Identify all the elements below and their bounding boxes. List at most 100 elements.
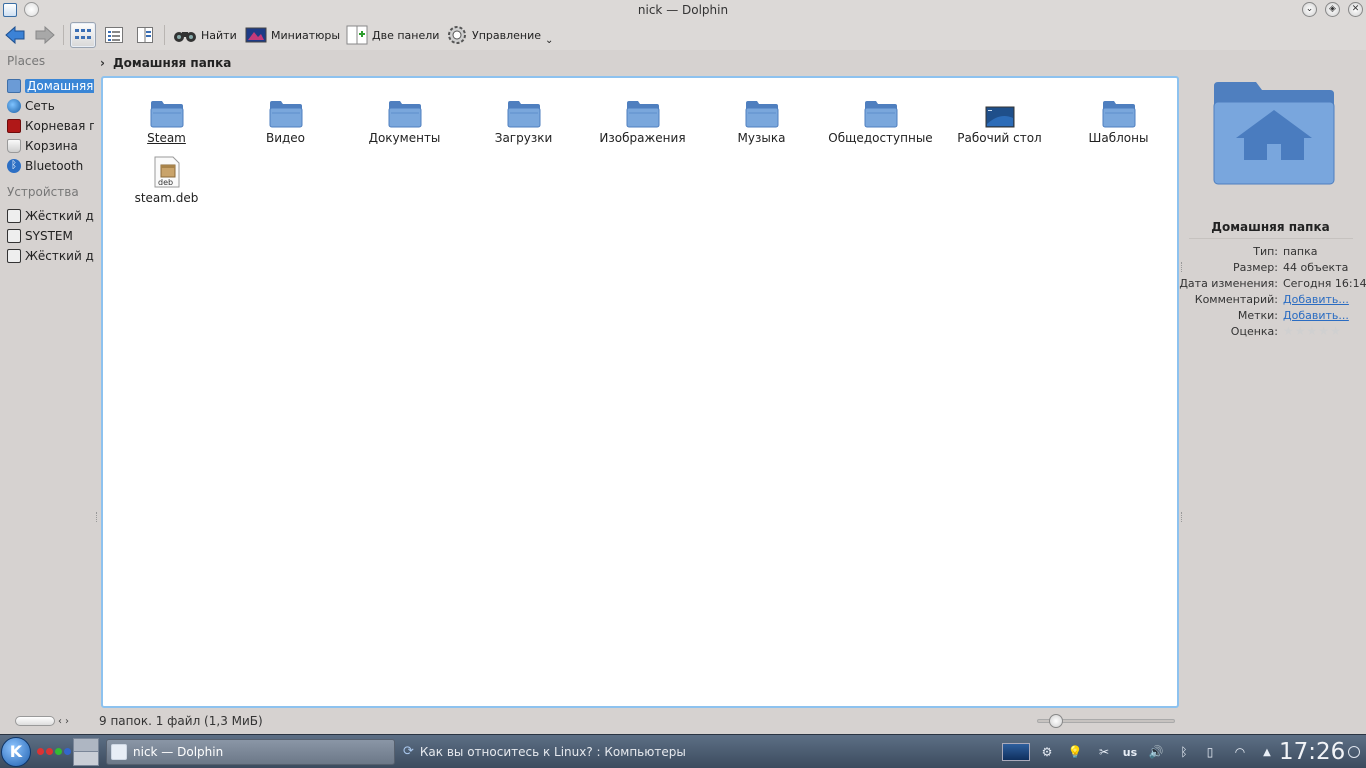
battery-icon[interactable]: ▯ [1200, 743, 1220, 761]
kde-menu-button[interactable]: K [1, 737, 31, 767]
info-row-size: Размер: 44 объекта [1185, 261, 1366, 277]
bluetooth-tray-icon[interactable]: ᛒ [1174, 743, 1194, 761]
place-item-network[interactable]: Сеть [7, 96, 94, 115]
rating-stars[interactable]: ★ ★ ★ ★ ★ [1283, 325, 1341, 337]
file-item-deb[interactable]: deb steam.deb [107, 150, 226, 205]
add-comment-link[interactable]: Добавить... [1283, 293, 1349, 306]
zoom-slider-handle[interactable] [1049, 714, 1063, 728]
folder-icon [150, 101, 183, 128]
places-horizontal-scrollbar[interactable]: ‹ › [7, 714, 91, 728]
folder-item[interactable]: Музыка [702, 90, 821, 145]
info-row-modified: Дата изменения: Сегодня 16:14 [1179, 277, 1366, 293]
title-bar: nick — Dolphin ⌄ ◈ ✕ [0, 0, 1366, 20]
info-value: Сегодня 16:14 [1283, 277, 1366, 290]
info-key: Тип: [1253, 245, 1278, 258]
tray-expand-arrow-icon[interactable]: ▲ [1257, 743, 1277, 761]
place-item-trash[interactable]: Корзина [7, 136, 94, 155]
place-item-home[interactable]: Домашняя папка [7, 76, 94, 95]
device-item-disk-1[interactable]: Жёсткий диск [7, 206, 94, 225]
icons-view-button[interactable] [70, 22, 96, 48]
red-dot-icon [37, 748, 44, 755]
add-tags-link[interactable]: Добавить... [1283, 309, 1349, 322]
maximize-button[interactable]: ◈ [1325, 2, 1340, 17]
info-row-tags: Метки: Добавить... [1185, 309, 1366, 325]
home-folder-preview-icon [1213, 82, 1335, 185]
minimize-button[interactable]: ⌄ [1302, 2, 1317, 17]
breadcrumb: › Домашняя папка [100, 54, 231, 72]
binoculars-icon [174, 32, 196, 42]
folder-icon [1102, 101, 1135, 128]
folder-item[interactable]: Шаблоны [1059, 90, 1178, 145]
hard-disk-icon [7, 248, 21, 263]
file-name-label: Рабочий стол [957, 131, 1042, 145]
details-view-button[interactable] [101, 22, 127, 48]
info-value: папка [1283, 245, 1318, 258]
previews-button[interactable]: Миниатюры [242, 22, 343, 48]
left-splitter-handle[interactable] [96, 512, 99, 522]
scrollbar-thumb[interactable] [15, 716, 55, 726]
places-section-title: Places [7, 54, 46, 68]
columns-view-button[interactable] [132, 22, 158, 48]
find-button[interactable]: Найти [170, 22, 240, 48]
desktop-icon [985, 106, 1014, 128]
file-view[interactable]: Steam Видео Документы Загрузки Изображения Му… [101, 76, 1179, 708]
wifi-icon[interactable]: ◠ [1230, 743, 1250, 761]
info-divider [1189, 238, 1353, 239]
device-item-disk-2[interactable]: Жёсткий диск [7, 246, 94, 265]
volume-icon[interactable]: 🔊 [1146, 743, 1166, 761]
folder-item[interactable]: Видео [226, 90, 345, 145]
keyboard-layout-indicator[interactable]: us [1120, 743, 1140, 761]
activity-switcher[interactable] [37, 748, 71, 755]
star-icon[interactable]: ★ [1295, 325, 1306, 337]
scroll-left-icon[interactable]: ‹ [58, 716, 62, 727]
chevron-down-icon: ⌄ [545, 34, 554, 46]
star-icon[interactable]: ★ [1307, 325, 1318, 337]
breadcrumb-chevron-icon[interactable]: › [100, 56, 105, 70]
star-icon[interactable]: ★ [1283, 325, 1294, 337]
folder-icon [269, 101, 302, 128]
device-item-system[interactable]: SYSTEM [7, 226, 94, 245]
zoom-slider[interactable] [1037, 714, 1175, 728]
split-label: Две панели [372, 28, 440, 42]
place-item-bluetooth[interactable]: ᛒ Bluetooth [7, 156, 94, 175]
folder-item[interactable]: Загрузки [464, 90, 583, 145]
folder-item[interactable]: Документы [345, 90, 464, 145]
task-label: Как вы относитесь к Linux? : Компьютеры … [419, 745, 685, 759]
taskbar-item-dolphin[interactable]: nick — Dolphin [106, 739, 395, 765]
place-item-root[interactable]: Корневая папка [7, 116, 94, 135]
folder-item[interactable]: Общедоступные [821, 90, 940, 145]
control-menu-button[interactable]: Управление ⌄ [443, 22, 556, 48]
star-icon[interactable]: ★ [1318, 325, 1329, 337]
taskbar-item-browser[interactable]: ⟳ Как вы относитесь к Linux? : Компьютер… [399, 739, 685, 765]
right-splitter-handle[interactable] [1181, 512, 1184, 522]
split-view-button[interactable]: Две панели [343, 22, 442, 48]
info-row-rating: Оценка: ★ ★ ★ ★ ★ [1185, 325, 1366, 341]
folder-item[interactable]: Изображения [583, 90, 702, 145]
desktop-1[interactable] [74, 739, 98, 752]
folder-item-desktop[interactable]: Рабочий стол [940, 90, 1059, 145]
close-button[interactable]: ✕ [1348, 2, 1363, 17]
desktop-show-icon[interactable] [1001, 743, 1031, 761]
root-folder-icon [7, 118, 21, 133]
clock[interactable]: 17:26 [1279, 739, 1345, 765]
star-icon[interactable]: ★ [1330, 325, 1341, 337]
right-splitter-handle-top[interactable] [1181, 262, 1184, 272]
system-settings-icon[interactable]: ⚙ [1037, 743, 1057, 761]
file-name-label: Музыка [737, 131, 786, 145]
scroll-right-icon[interactable]: › [65, 716, 69, 727]
forward-button[interactable] [34, 25, 56, 45]
breadcrumb-current[interactable]: Домашняя папка [113, 56, 231, 70]
virtual-desktop-pager[interactable] [73, 738, 99, 766]
device-item-label: Жёсткий диск [25, 248, 94, 263]
notification-bulb-icon[interactable]: 💡 [1065, 743, 1085, 761]
info-key: Размер: [1233, 261, 1278, 274]
clipboard-scissors-icon[interactable]: ✂ [1094, 743, 1114, 761]
folder-item[interactable]: Steam [107, 90, 226, 145]
file-name-label: Steam [147, 131, 186, 145]
panel-toolbox-icon[interactable] [1344, 743, 1364, 761]
hard-disk-icon [7, 228, 21, 243]
window-title: nick — Dolphin [637, 3, 729, 17]
folder-icon [745, 101, 778, 128]
back-button[interactable] [4, 25, 26, 45]
places-panel: Places Домашняя папка Сеть Корневая папк… [0, 52, 96, 712]
